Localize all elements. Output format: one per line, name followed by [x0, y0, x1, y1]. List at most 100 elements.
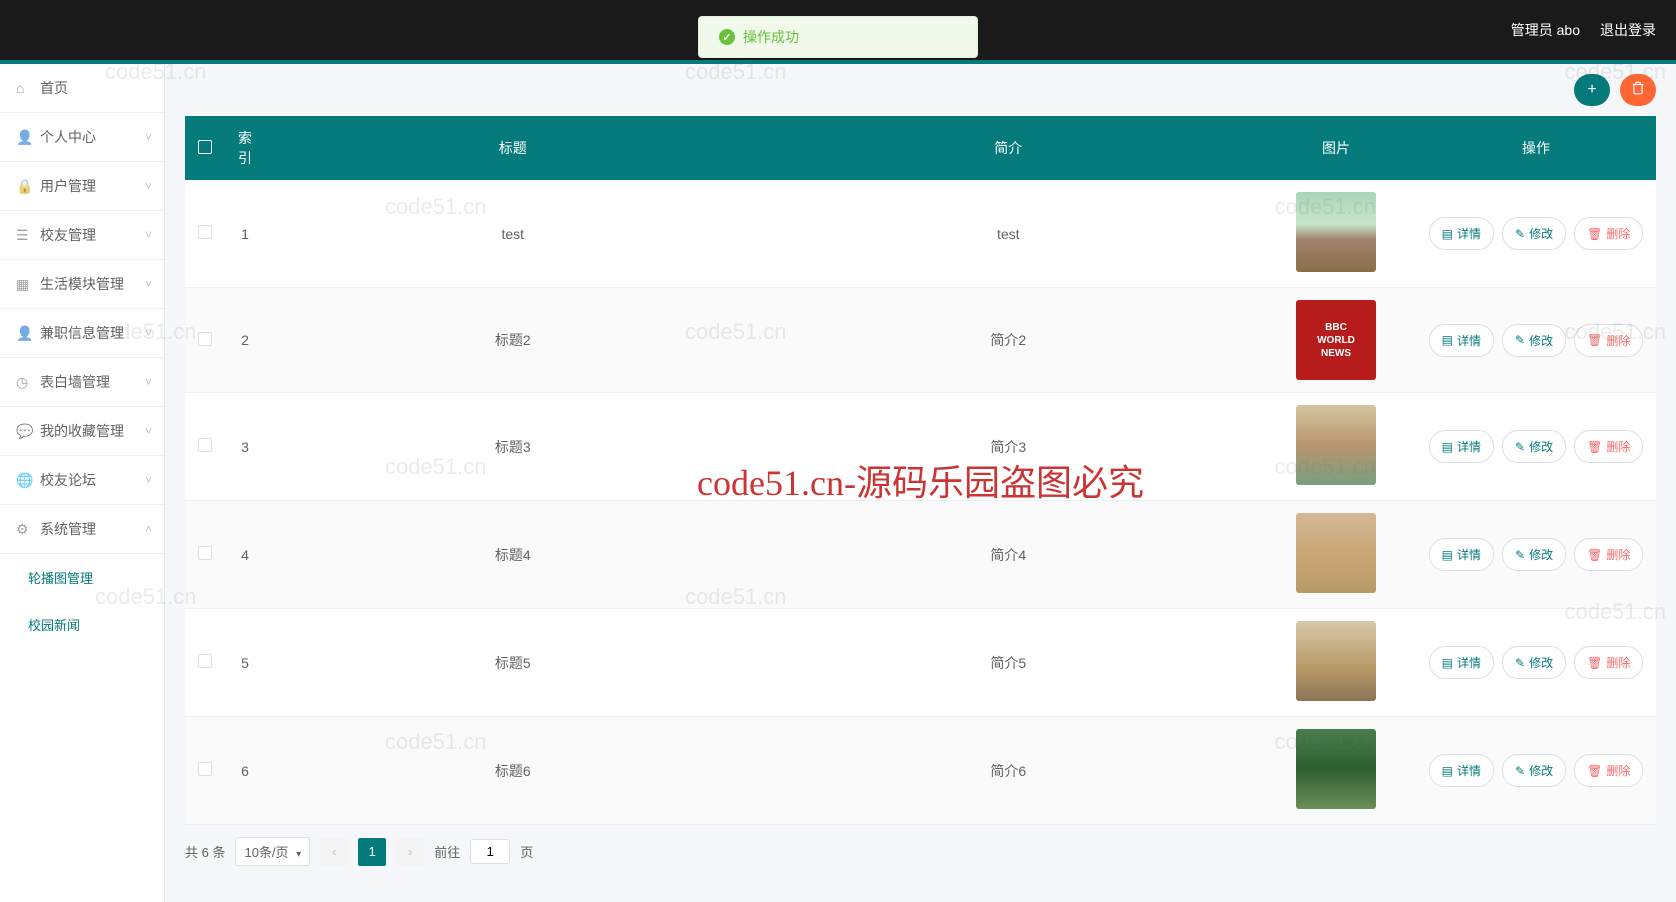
chat-icon: 💬	[16, 423, 32, 440]
thumbnail-image	[1296, 192, 1376, 272]
sidebar-item-3[interactable]: ☰校友管理˅	[0, 211, 164, 260]
trash-icon: 🗑	[1587, 548, 1602, 562]
prev-page-button[interactable]: ‹	[320, 838, 348, 866]
row-checkbox[interactable]	[198, 332, 212, 346]
chevron-down-icon: ˅	[145, 130, 152, 144]
table-row: 4标题4简介4▤详情✎修改🗑删除	[185, 501, 1656, 609]
sidebar-item-label: 校友论坛	[40, 470, 96, 490]
plus-icon: +	[1587, 81, 1596, 99]
page-size-select[interactable]: 10条/页 ▾	[235, 837, 310, 866]
sidebar-item-label: 生活模块管理	[40, 274, 124, 294]
sidebar-item-label: 用户管理	[40, 176, 96, 196]
sidebar-item-label: 兼职信息管理	[40, 323, 124, 343]
cell-intro: 简介4	[761, 501, 1257, 609]
detail-button[interactable]: ▤详情	[1429, 754, 1494, 787]
check-icon: ✓	[719, 29, 735, 45]
row-checkbox[interactable]	[198, 546, 212, 560]
cell-title: 标题6	[265, 717, 761, 825]
globe-icon: 🌐	[16, 472, 32, 489]
cell-intro: 简介3	[761, 393, 1257, 501]
select-all-checkbox[interactable]	[198, 140, 212, 154]
chevron-down-icon: ˅	[145, 375, 152, 389]
data-table: 索引 标题 简介 图片 操作 1testtest▤详情✎修改🗑删除2标题2简介2…	[185, 116, 1656, 825]
chevron-right-icon: ›	[408, 844, 412, 859]
cell-index: 2	[225, 288, 265, 393]
doc-icon: ▤	[1442, 227, 1453, 241]
cell-intro: 简介6	[761, 717, 1257, 825]
sidebar-item-8[interactable]: 🌐校友论坛˅	[0, 456, 164, 505]
delete-button[interactable]: 🗑删除	[1574, 754, 1643, 787]
toast-text: 操作成功	[743, 27, 799, 47]
goto-input[interactable]	[470, 839, 510, 864]
sidebar-item-label: 我的收藏管理	[40, 421, 124, 441]
admin-label[interactable]: 管理员 abo	[1511, 20, 1580, 40]
chevron-down-icon: ˅	[145, 277, 152, 291]
grid-icon: ▦	[16, 276, 32, 293]
col-title: 标题	[265, 116, 761, 180]
page-1-button[interactable]: 1	[358, 838, 386, 866]
edit-button[interactable]: ✎修改	[1502, 754, 1566, 787]
batch-delete-button[interactable]	[1620, 74, 1656, 106]
row-checkbox[interactable]	[198, 225, 212, 239]
delete-button[interactable]: 🗑删除	[1574, 430, 1643, 463]
cell-index: 3	[225, 393, 265, 501]
cell-title: 标题2	[265, 288, 761, 393]
sidebar-item-5[interactable]: 👤兼职信息管理˅	[0, 309, 164, 358]
delete-button[interactable]: 🗑删除	[1574, 646, 1643, 679]
sidebar-item-4[interactable]: ▦ 生活模块管理 ˅	[0, 260, 164, 309]
edit-button[interactable]: ✎修改	[1502, 646, 1566, 679]
sidebar-subitem-1[interactable]: 校园新闻	[0, 601, 164, 648]
sidebar-item-2[interactable]: 🔒用户管理˅	[0, 162, 164, 211]
sidebar-item-7[interactable]: 💬我的收藏管理˅	[0, 407, 164, 456]
cell-index: 1	[225, 180, 265, 288]
delete-button[interactable]: 🗑删除	[1574, 217, 1643, 250]
add-button[interactable]: +	[1574, 74, 1610, 106]
top-header: ✓ 操作成功 管理员 abo 退出登录	[0, 0, 1676, 60]
next-page-button[interactable]: ›	[396, 838, 424, 866]
cell-index: 6	[225, 717, 265, 825]
edit-button[interactable]: ✎修改	[1502, 430, 1566, 463]
thumbnail-image	[1296, 621, 1376, 701]
cell-title: test	[265, 180, 761, 288]
row-checkbox[interactable]	[198, 438, 212, 452]
trash-icon: 🗑	[1587, 764, 1602, 778]
edit-button[interactable]: ✎修改	[1502, 324, 1566, 357]
cell-title: 标题4	[265, 501, 761, 609]
sidebar-subitem-0[interactable]: 轮播图管理	[0, 554, 164, 601]
thumbnail-image: BBCWORLDNEWS	[1296, 300, 1376, 380]
detail-button[interactable]: ▤详情	[1429, 646, 1494, 679]
detail-button[interactable]: ▤详情	[1429, 538, 1494, 571]
doc-icon: ▤	[1442, 656, 1453, 670]
sidebar-item-1[interactable]: 👤个人中心˅	[0, 113, 164, 162]
sidebar-item-label: 系统管理	[40, 519, 96, 539]
edit-icon: ✎	[1515, 656, 1525, 670]
row-checkbox[interactable]	[198, 762, 212, 776]
sidebar-item-9[interactable]: ⚙系统管理˄	[0, 505, 164, 554]
action-bar: +	[185, 74, 1656, 106]
logout-link[interactable]: 退出登录	[1600, 20, 1656, 40]
sidebar-item-0[interactable]: ⌂首页	[0, 64, 164, 113]
total-text: 共 6 条	[185, 842, 225, 861]
detail-button[interactable]: ▤详情	[1429, 217, 1494, 250]
detail-button[interactable]: ▤详情	[1429, 430, 1494, 463]
table-row: 1testtest▤详情✎修改🗑删除	[185, 180, 1656, 288]
chevron-down-icon: ˅	[145, 228, 152, 242]
main-content: code51.cn code51.cn code51.cn code51.cn …	[165, 64, 1676, 902]
table-row: 2标题2简介2BBCWORLDNEWS▤详情✎修改🗑删除	[185, 288, 1656, 393]
edit-button[interactable]: ✎修改	[1502, 217, 1566, 250]
trash-icon: 🗑	[1587, 440, 1602, 454]
doc-icon: ▤	[1442, 440, 1453, 454]
delete-button[interactable]: 🗑删除	[1574, 538, 1643, 571]
edit-icon: ✎	[1515, 227, 1525, 241]
table-row: 6标题6简介6 ▤详情✎修改🗑删除	[185, 717, 1656, 825]
cell-title: 标题5	[265, 609, 761, 717]
sidebar-item-6[interactable]: ◷表白墙管理˅	[0, 358, 164, 407]
detail-button[interactable]: ▤详情	[1429, 324, 1494, 357]
row-checkbox[interactable]	[198, 654, 212, 668]
edit-button[interactable]: ✎修改	[1502, 538, 1566, 571]
success-toast: ✓ 操作成功	[698, 16, 978, 58]
edit-icon: ✎	[1515, 333, 1525, 347]
chevron-down-icon: ˅	[145, 326, 152, 340]
delete-button[interactable]: 🗑删除	[1574, 324, 1643, 357]
trash-icon: 🗑	[1587, 227, 1602, 241]
